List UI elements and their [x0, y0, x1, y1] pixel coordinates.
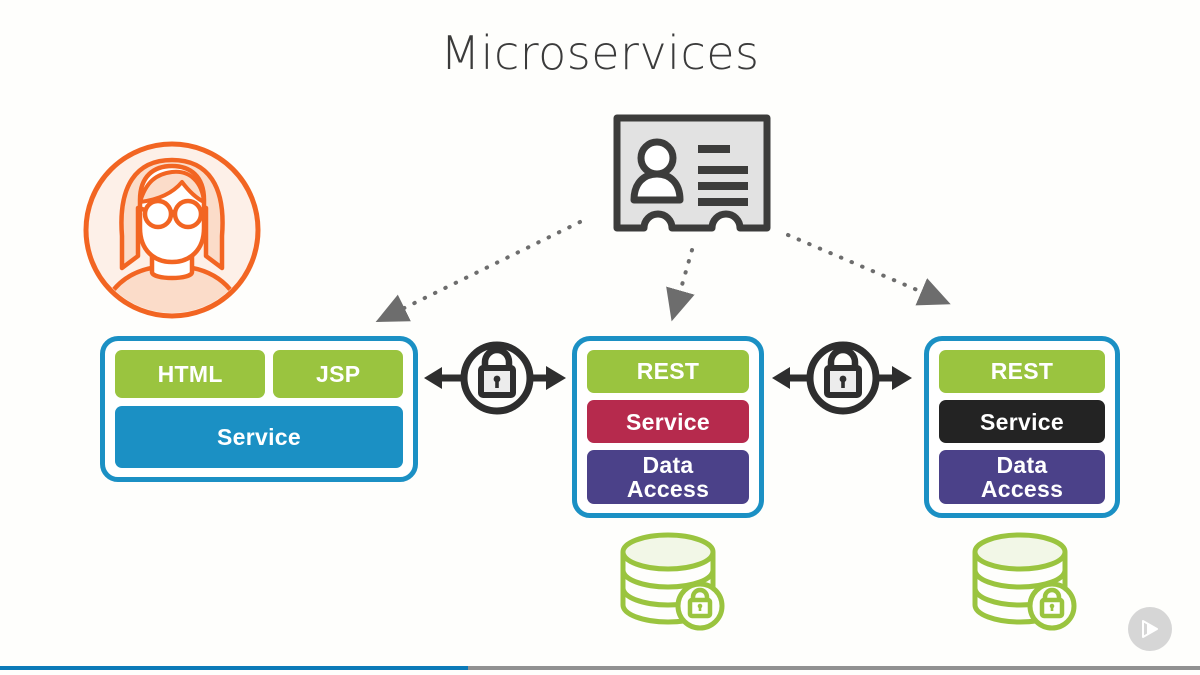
badge-to-web-tier [375, 220, 582, 323]
slide-canvas: Microservices HTML JSP Service REST Serv… [0, 0, 1200, 675]
progress-fill [0, 666, 468, 670]
user-avatar-icon [83, 141, 261, 319]
tier-data-access-mid[interactable]: Data Access [587, 450, 749, 504]
tier-html[interactable]: HTML [115, 350, 266, 398]
id-badge-icon [613, 114, 771, 232]
secure-database-icon [972, 532, 1077, 631]
tier-service-mid[interactable]: Service [587, 400, 749, 444]
secure-link-web-to-middle[interactable] [424, 341, 566, 415]
tier-jsp[interactable]: JSP [273, 350, 404, 398]
web-presentation-row: HTML JSP [115, 350, 404, 398]
badge-to-right-service [786, 233, 951, 306]
data-access-line-2: Access [980, 476, 1064, 503]
web-application-box[interactable]: HTML JSP Service [100, 336, 418, 482]
play-logo-icon [1128, 607, 1172, 651]
secure-link-middle-to-right[interactable] [772, 341, 912, 415]
tier-service-web[interactable]: Service [115, 406, 403, 468]
progress-track[interactable] [0, 666, 1200, 670]
data-access-line-2: Access [626, 476, 710, 503]
data-access-line-1: Data [996, 451, 1048, 478]
microservice-box-1[interactable]: REST Service Data Access [572, 336, 764, 518]
badge-to-middle-service [666, 248, 695, 322]
tier-service-right[interactable]: Service [939, 400, 1105, 444]
tier-data-access-right[interactable]: Data Access [939, 450, 1105, 504]
tier-rest-right[interactable]: REST [939, 350, 1105, 394]
secure-database-icon [620, 532, 725, 631]
microservice-box-2[interactable]: REST Service Data Access [924, 336, 1120, 518]
tier-rest-mid[interactable]: REST [587, 350, 749, 394]
play-logo-glyph [1142, 620, 1158, 638]
data-access-line-1: Data [642, 451, 694, 478]
